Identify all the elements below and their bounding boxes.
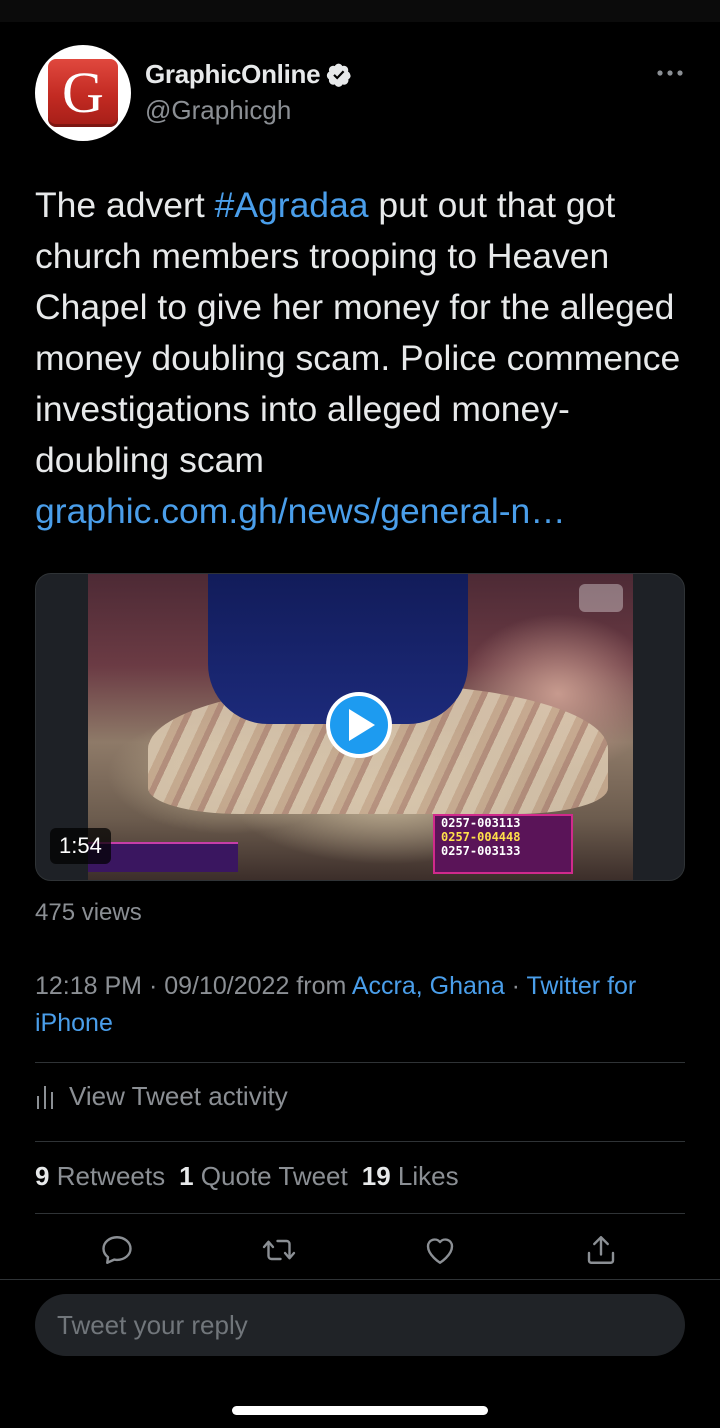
analytics-icon [37, 1085, 53, 1109]
tweet-date: 09/10/2022 [164, 972, 290, 1000]
likes-stat[interactable]: 19 Likes [362, 1161, 459, 1191]
like-heart-icon[interactable] [422, 1232, 458, 1268]
quotes-stat[interactable]: 1 Quote Tweet [179, 1161, 362, 1191]
engagement-stats: 9 Retweets 1 Quote Tweet 19 Likes [35, 1161, 459, 1192]
tweet-text-part: put out that got church members trooping… [35, 185, 681, 480]
avatar-letter: G [62, 60, 104, 125]
meta-separator: · [504, 972, 527, 1000]
display-name[interactable]: GraphicOnline [145, 59, 321, 90]
likes-label: Likes [397, 1161, 459, 1191]
tweet-text: The advert #Agradaa put out that got chu… [35, 180, 685, 537]
meta-from: from [289, 972, 352, 1000]
channel-logo [579, 584, 623, 612]
tweet-time: 12:18 PM [35, 972, 143, 1000]
location-link[interactable]: Accra, Ghana [352, 972, 505, 1000]
verified-badge-icon [327, 63, 351, 87]
ticker-number: 0257-003133 [441, 844, 521, 858]
user-handle[interactable]: @Graphicgh [145, 95, 291, 126]
divider [35, 1141, 685, 1142]
video-player[interactable]: 0257-003113 0257-004448 0257-003133 1:54 [35, 573, 685, 881]
view-tweet-activity-button[interactable]: View Tweet activity [35, 1081, 288, 1112]
tweet-action-bar [0, 1232, 720, 1272]
tweet-header: G GraphicOnline @Graphicgh [35, 45, 685, 141]
reply-input[interactable]: Tweet your reply [35, 1294, 685, 1356]
retweets-label: Retweets [56, 1161, 166, 1191]
quotes-label: Quote Tweet [200, 1161, 348, 1191]
more-options-icon[interactable] [655, 63, 685, 83]
video-phone-ticker: 0257-003113 0257-004448 0257-003133 [433, 814, 573, 874]
ticker-number: 0257-003113 [441, 816, 521, 830]
reply-placeholder: Tweet your reply [57, 1310, 248, 1340]
hashtag-link[interactable]: #Agradaa [215, 185, 369, 225]
avatar-logo: G [48, 59, 118, 127]
article-link[interactable]: graphic.com.gh/news/general-n… [35, 491, 566, 531]
avatar[interactable]: G [35, 45, 131, 141]
likes-count: 19 [361, 1161, 391, 1191]
reply-icon[interactable] [99, 1232, 135, 1268]
home-indicator[interactable] [232, 1406, 488, 1415]
divider [0, 1279, 720, 1280]
share-icon[interactable] [583, 1232, 619, 1268]
view-tweet-activity-label: View Tweet activity [69, 1081, 288, 1111]
name-row: GraphicOnline [145, 59, 352, 90]
quotes-count: 1 [179, 1161, 194, 1191]
play-icon [349, 709, 375, 741]
ticker-number: 0257-004448 [441, 830, 521, 844]
retweets-count: 9 [35, 1161, 50, 1191]
play-button[interactable] [326, 692, 392, 758]
view-count: 475 views [35, 899, 142, 926]
play-button-circle [330, 696, 388, 754]
video-duration-badge: 1:54 [50, 828, 111, 864]
tweet-metadata: 12:18 PM · 09/10/2022 from Accra, Ghana … [35, 968, 685, 1042]
retweets-stat[interactable]: 9 Retweets [35, 1161, 179, 1191]
status-bar [0, 0, 720, 22]
divider [35, 1213, 685, 1214]
retweet-icon[interactable] [261, 1232, 297, 1268]
tweet-text-part: The advert [35, 185, 215, 225]
divider [35, 1062, 685, 1063]
meta-separator: · [142, 972, 165, 1000]
